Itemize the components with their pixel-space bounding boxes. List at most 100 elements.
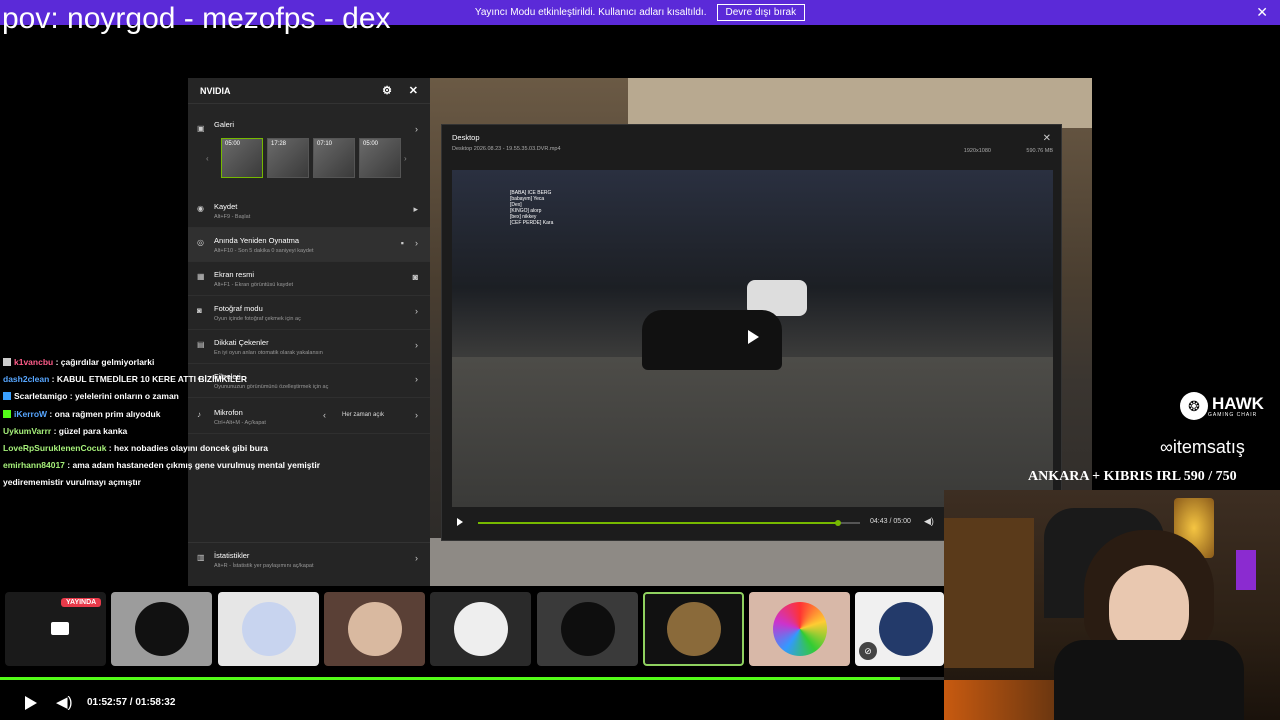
screenshot-item[interactable]: ▦ Ekran resmi Alt+F1 - Ekran görüntüsü k…	[188, 262, 430, 296]
chat-username[interactable]: LoveRpSuruklenenCocuk	[3, 443, 106, 453]
chat-username[interactable]: dash2clean	[3, 374, 49, 384]
hawk-subtitle: GAMING CHAIR	[1208, 411, 1258, 418]
record-item[interactable]: ◉ Kaydet Alt+F9 - Başlat ▸	[188, 194, 430, 228]
close-icon[interactable]: ✕	[1043, 133, 1051, 144]
menu-item-shortcut: Alt+F10 - Son 5 dakika 0 saniyeyi kaydet	[214, 248, 314, 254]
chat-username[interactable]: UykumVarrr	[3, 426, 51, 436]
participant-tile[interactable]: ⊘	[855, 592, 944, 666]
participant-tile[interactable]	[749, 592, 850, 666]
camera-icon: ◙	[197, 306, 202, 315]
camera-off-icon: ⊘	[859, 642, 877, 660]
participant-tile[interactable]	[537, 592, 638, 666]
close-icon[interactable]: ✕	[1256, 4, 1268, 21]
chevron-right-icon[interactable]: ›	[415, 410, 418, 420]
chat-message: k1vancbu : çağırdılar gelmiyorlarki	[3, 354, 343, 371]
chat-separator: :	[47, 408, 55, 419]
chat-badge-icon	[3, 392, 11, 401]
hawk-logo: ❂ HAWK GAMING CHAIR	[1180, 392, 1264, 420]
scene-wall	[628, 78, 1092, 128]
image-icon: ▦	[197, 272, 205, 281]
save-icon[interactable]: ▪	[401, 238, 404, 248]
close-icon[interactable]: ✕	[409, 84, 418, 97]
hawk-name: HAWK	[1212, 393, 1264, 413]
nvidia-title: NVIDIA	[200, 85, 231, 96]
record-icon: ◉	[197, 204, 204, 213]
participant-tile-live[interactable]: YAYINDA	[5, 592, 106, 666]
participant-strip: YAYINDA ⊘	[0, 590, 944, 670]
chat-text: güzel para kanka	[58, 425, 128, 436]
chevron-right-icon: ›	[415, 374, 418, 384]
chat-username[interactable]: Scarletamigo	[14, 391, 67, 401]
statistics-item[interactable]: ▥ İstatistikler Alt+R - İstatistik yer p…	[188, 542, 430, 578]
stream-title: pov: noyrgod - mezofps - dex	[2, 2, 391, 35]
participant-tile-selected[interactable]	[643, 592, 744, 666]
chat-text: hex nobadies olayını doncek gibi bura	[114, 443, 268, 454]
avatar	[773, 602, 827, 656]
disable-streamer-mode-button[interactable]: Devre dışı bırak	[716, 4, 806, 21]
vod-progress-bar[interactable]	[0, 677, 944, 680]
player-title: Desktop	[452, 133, 480, 142]
gallery-thumbnail[interactable]: 05:00	[221, 138, 263, 178]
participant-tile[interactable]	[111, 592, 212, 666]
chat-text: çağırdılar gelmiyorlarki	[60, 357, 155, 367]
statistics-row: ▥ İstatistikler Alt+R - İstatistik yer p…	[188, 543, 430, 569]
player-seekbar-handle[interactable]	[835, 520, 842, 526]
chat-username[interactable]: iKerroW	[14, 409, 47, 419]
gallery-thumbnail[interactable]: 07:10	[313, 138, 355, 178]
gallery-section: ▣ Galeri › ‹ 05:00 17:28 07:10 05:00 ›	[188, 114, 430, 184]
thumbnail-duration: 17:28	[271, 141, 287, 147]
avatar	[135, 602, 189, 656]
chat-separator: :	[53, 357, 61, 367]
highlight-icon: ▤	[197, 340, 205, 349]
participant-tile[interactable]	[430, 592, 531, 666]
player-names-list: [BABA] ICE BERG [babayım] Yeca [Dex] [KI…	[510, 190, 553, 226]
chat-message: Scarletamigo : yelelerini onların o zama…	[3, 388, 343, 405]
photo-mode-item[interactable]: ◙ Fotoğraf modu Oyun içinde fotoğraf çek…	[188, 296, 430, 330]
menu-item-title: Anında Yeniden Oynatma	[214, 236, 300, 245]
player-seekbar[interactable]	[478, 520, 860, 526]
webcam-streamer-shirt	[1054, 640, 1244, 720]
menu-item-title: Fotoğraf modu	[214, 304, 263, 313]
mic-mode-value: Her zaman açık	[342, 412, 385, 418]
play-icon[interactable]	[748, 330, 759, 344]
chevron-right-icon: ›	[415, 340, 418, 350]
chat-username[interactable]: emirhann84017	[3, 460, 65, 470]
chat-message: emirhann84017 : ama adam hastaneden çıkm…	[3, 457, 343, 474]
player-time: 04:43 / 05:00	[870, 518, 911, 525]
avatar	[242, 602, 296, 656]
hawk-icon: ❂	[1180, 392, 1208, 420]
chat-badge-icon	[3, 358, 11, 366]
instant-replay-item[interactable]: ◎ Anında Yeniden Oynatma Alt+F10 - Son 5…	[188, 228, 430, 262]
gear-icon[interactable]: ⚙	[382, 84, 392, 97]
thumbnail-duration: 05:00	[363, 141, 379, 147]
thumbnail-duration: 07:10	[317, 141, 333, 147]
participant-tile[interactable]	[218, 592, 319, 666]
gallery-thumbnail[interactable]: 17:28	[267, 138, 309, 178]
chat-separator: :	[49, 374, 57, 385]
play-icon[interactable]	[25, 696, 37, 710]
chat-badge-icon	[3, 409, 11, 418]
gallery-thumbnail[interactable]: 05:00	[359, 138, 401, 178]
chat-username[interactable]: k1vancbu	[14, 357, 53, 367]
chevron-right-icon: ›	[415, 553, 418, 563]
video-road	[452, 357, 1053, 507]
avatar	[879, 602, 933, 656]
volume-icon[interactable]: ◀)	[924, 516, 934, 527]
volume-icon[interactable]: ◀)	[56, 693, 73, 711]
play-icon[interactable]	[457, 518, 463, 526]
chevron-right-icon: ›	[415, 306, 418, 316]
avatar	[667, 602, 721, 656]
video-frame[interactable]: [BABA] ICE BERG [babayım] Yeca [Dex] [KI…	[452, 170, 1053, 507]
thumbnail-duration: 05:00	[225, 141, 241, 147]
player-name: [CEF PERDE] Kara	[510, 220, 554, 226]
chat-text: ona rağmen prim alıyoduk	[54, 408, 161, 419]
video-car	[642, 310, 782, 370]
chevron-right-icon: ›	[415, 238, 418, 248]
participant-tile[interactable]	[324, 592, 425, 666]
chevron-left-icon[interactable]: ‹	[206, 154, 209, 163]
gallery-link[interactable]: ▣ Galeri ›	[188, 114, 430, 134]
menu-item-title: Kaydet	[214, 202, 238, 211]
chat-message: LoveRpSuruklenenCocuk : hex nobadies ola…	[3, 440, 343, 457]
itemsatis-icon: ∞	[1160, 437, 1173, 457]
chevron-right-icon[interactable]: ›	[404, 154, 407, 163]
